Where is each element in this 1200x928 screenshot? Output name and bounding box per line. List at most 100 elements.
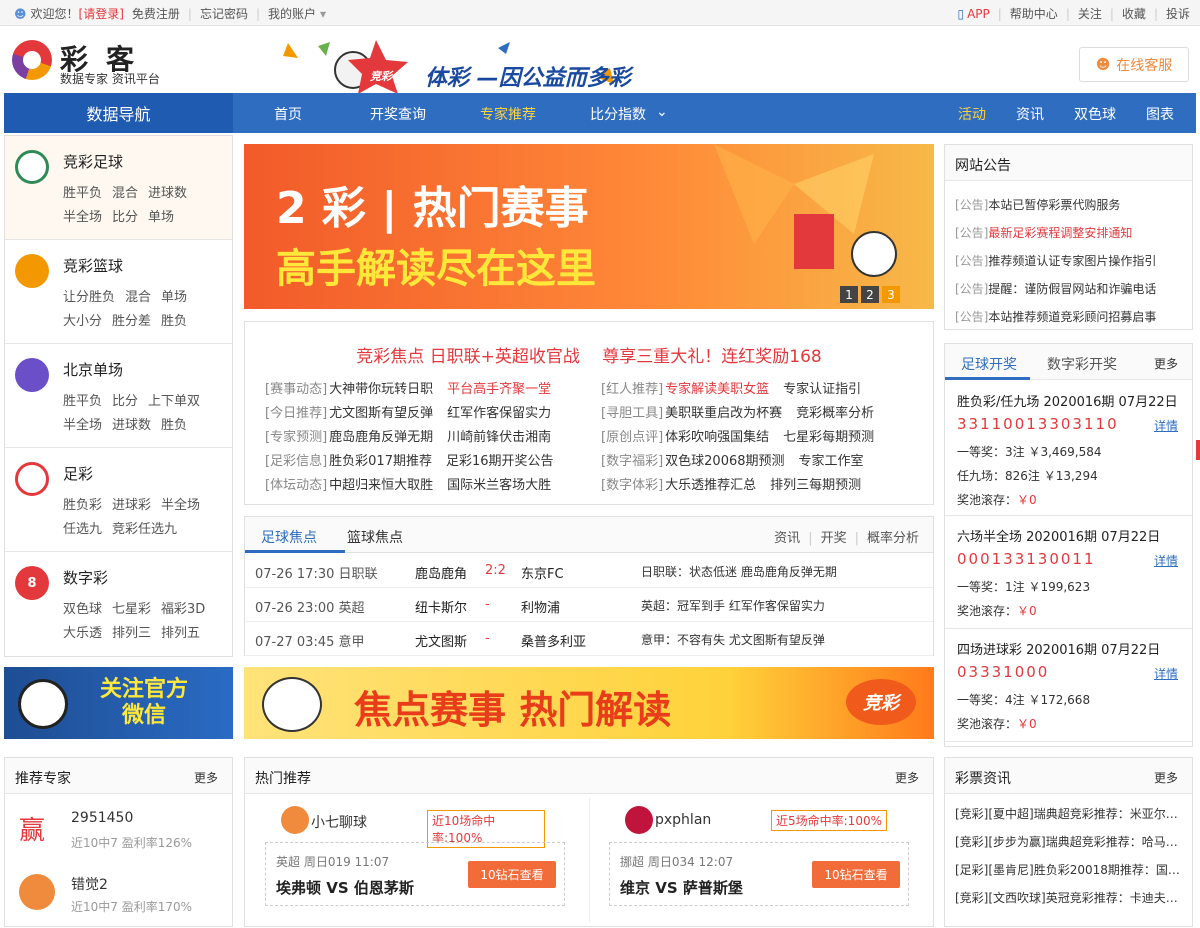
news-tag[interactable]: [体坛动态] [265,478,327,493]
notice-text[interactable]: 推荐频道认证专家图片操作指引 [988,254,1156,268]
lottery-news-item[interactable]: [足彩][墨肯尼]胜负彩20018期推荐：国… [955,856,1189,884]
category-link[interactable]: 半全场 [63,210,102,225]
forgot-password-link[interactable]: 忘记密码 [200,5,248,22]
complain-link[interactable]: 投诉 [1166,5,1190,22]
news-link[interactable]: 专家认证指引 [783,382,861,397]
news-link[interactable]: 尤文图斯有望反弹 [329,406,433,421]
category-title[interactable]: 数字彩 [63,567,108,588]
lottery-news-item[interactable]: [竞彩][文西吹球]英冠竞彩推荐：卡迪夫… [955,884,1189,912]
banner-page-3[interactable]: 3 [882,286,900,303]
category-link[interactable]: 比分 [112,210,138,225]
tab-football-focus[interactable]: 足球焦点 [261,527,317,547]
nav-item-news[interactable]: 资讯 [1016,104,1044,124]
match-home[interactable]: 尤文图斯 [415,631,467,650]
expert-item[interactable]: 赢 2951450 近10中7 盈利率126% [5,800,232,862]
category-link[interactable]: 单场 [148,210,174,225]
news-link[interactable]: 排列三每期预测 [770,478,861,493]
tab-football-draw[interactable]: 足球开奖 [961,354,1017,374]
expert-name[interactable]: 错觉2 [71,874,108,894]
nav-item-expert[interactable]: 专家推荐 [480,104,536,124]
lottery-news-item[interactable]: [竞彩][夏中超]瑞典超竞彩推荐：米亚尔… [955,800,1189,828]
match-away[interactable]: 东京FC [521,563,564,582]
category-link[interactable]: 混合 [112,186,138,201]
lottery-news-item[interactable]: [竞彩][步步为赢]瑞典超竞彩推荐：哈马… [955,828,1189,856]
category-zucai[interactable]: 足彩 胜负彩 进球彩 半全场 任选九 竞彩任选九 [5,448,232,552]
banner-page-1[interactable]: 1 [840,286,858,303]
nav-item-charts[interactable]: 图表 [1146,104,1174,124]
news-link[interactable]: 七星彩每期预测 [783,430,874,445]
news-link[interactable]: 川崎前锋伏击湘南 [447,430,551,445]
online-service-button[interactable]: ☻ 在线客服 [1079,47,1189,82]
draw-detail-link[interactable]: 详情 [1154,552,1178,569]
match-row[interactable]: 07-26 23:00 英超 纽卡斯尔 - 利物浦 英超：冠军到手 红军作客保留实力 [245,588,933,622]
category-link[interactable]: 福彩3D [161,602,205,617]
category-digital[interactable]: 8 数字彩 双色球 七星彩 福彩3D 大乐透 排列三 排列五 [5,552,232,656]
news-tag[interactable]: [赛事动态] [265,382,327,397]
news-link[interactable]: 美职联重启改为杯赛 [665,406,782,421]
category-link[interactable]: 胜负彩 [63,498,102,513]
news-link[interactable]: 大神带你玩转日职 [329,382,433,397]
tab-basketball-focus[interactable]: 篮球焦点 [347,527,403,547]
tab-digital-draw[interactable]: 数字彩开奖 [1047,354,1117,374]
focus-link-news[interactable]: 资讯 [774,531,800,546]
news-link[interactable]: 平台高手齐聚一堂 [447,382,551,397]
match-row[interactable]: 07-27 03:45 意甲 尤文图斯 - 桑普多利亚 意甲：不容有失 尤文图斯有望反弹 [245,622,933,656]
banner-page-2[interactable]: 2 [861,286,879,303]
draw-detail-link[interactable]: 详情 [1154,417,1178,434]
login-link[interactable]: [请登录] [79,5,124,22]
notice-item[interactable]: [公告]推荐频道认证专家图片操作指引 [955,247,1156,275]
match-home[interactable]: 纽卡斯尔 [415,597,467,616]
nav-item-home[interactable]: 首页 [274,104,302,124]
category-link[interactable]: 半全场 [161,498,200,513]
news-tag[interactable]: [数字福彩] [601,454,663,469]
category-beijing[interactable]: 北京单场 胜平负 比分 上下单双 半全场 进球数 胜负 [5,344,232,448]
news-tag[interactable]: [红人推荐] [601,382,663,397]
match-row[interactable]: 07-26 17:30 日职联 鹿岛鹿角 2:2 东京FC 日职联：状态低迷 鹿岛鹿角反… [245,554,933,588]
category-link[interactable]: 单场 [161,290,187,305]
news-headline[interactable]: 竞彩焦点 日职联+英超收官战 尊享三重大礼！连红奖励168 [245,342,933,367]
category-link[interactable]: 大小分 [63,314,102,329]
notice-item[interactable]: [公告]本站推荐频道竞彩顾问招募启事 [955,303,1156,331]
tipster-name[interactable]: 小七聊球 [311,812,367,832]
news-link[interactable]: 竞彩概率分析 [796,406,874,421]
wechat-ad[interactable]: 关注官方微信 [4,667,233,739]
category-link[interactable]: 排列五 [161,626,200,641]
category-link[interactable]: 让分胜负 [63,290,115,305]
expert-name[interactable]: 2951450 [71,810,133,826]
news-tag[interactable]: [今日推荐] [265,406,327,421]
notice-text[interactable]: 本站已暂停彩票代购服务 [988,198,1120,212]
scrollbar[interactable] [1196,440,1200,460]
news-link[interactable]: 专家解读美职女篮 [665,382,769,397]
nav-item-scores[interactable]: 比分指数 [590,104,646,124]
news-link[interactable]: 胜负彩017期推荐 [329,454,432,469]
news-link[interactable]: 中超归来恒大取胜 [329,478,433,493]
help-link[interactable]: 帮助中心 [1010,5,1058,22]
news-link[interactable]: 红军作客保留实力 [447,406,551,421]
tipster-name[interactable]: pxphlan [655,812,711,828]
data-nav-title[interactable]: 数据导航 [4,93,233,133]
category-basketball[interactable]: 竞彩篮球 让分胜负 混合 单场 大小分 胜分差 胜负 [5,240,232,344]
news-link[interactable]: 体彩吹响强国集结 [665,430,769,445]
category-link[interactable]: 胜负 [161,314,187,329]
news-link[interactable]: 大乐透推荐汇总 [665,478,756,493]
category-link[interactable]: 比分 [112,394,138,409]
notice-text[interactable]: 提醒：谨防假冒网站和诈骗电话 [988,282,1156,296]
news-link[interactable]: 双色球20068期预测 [665,454,784,469]
chevron-down-icon[interactable]: ⌄ [656,104,668,120]
nav-item-draw-results[interactable]: 开奖查询 [370,104,426,124]
draw-more-link[interactable]: 更多 [1154,355,1178,372]
news-tag[interactable]: [原创点评] [601,430,663,445]
follow-link[interactable]: 关注 [1078,5,1102,22]
category-link[interactable]: 大乐透 [63,626,102,641]
category-link[interactable]: 胜平负 [63,186,102,201]
match-away[interactable]: 利物浦 [521,597,560,616]
nav-item-activity[interactable]: 活动 [958,104,986,124]
notice-item[interactable]: [公告]本站已暂停彩票代购服务 [955,191,1156,219]
category-link[interactable]: 胜负 [161,418,187,433]
category-link[interactable]: 竞彩任选九 [112,522,177,537]
focus-link-prob[interactable]: 概率分析 [867,531,919,546]
news-tag[interactable]: [专家预测] [265,430,327,445]
hot-more-link[interactable]: 更多 [895,769,919,786]
category-link[interactable]: 上下单双 [148,394,200,409]
news-tag[interactable]: [足彩信息] [265,454,327,469]
